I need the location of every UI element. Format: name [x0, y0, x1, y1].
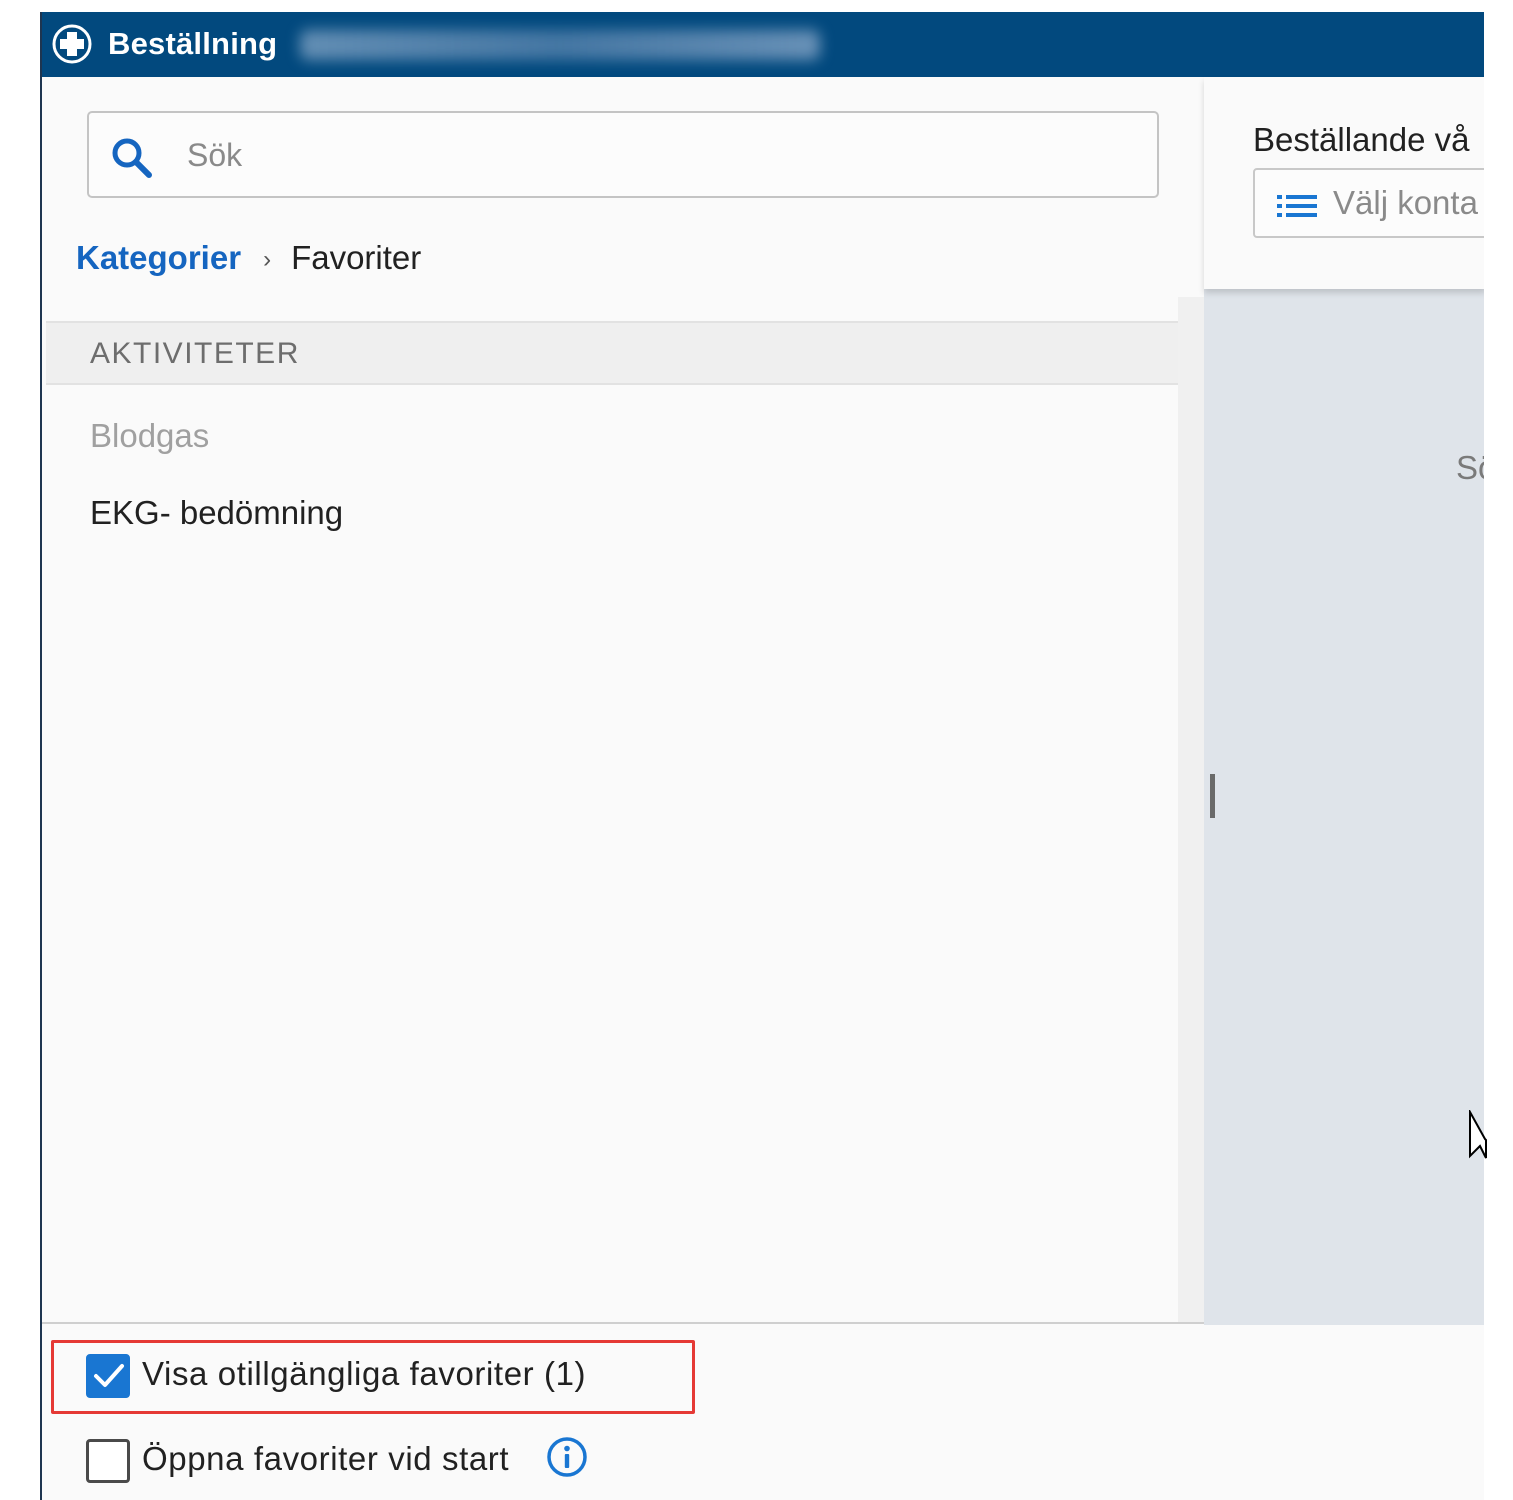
window-title: Beställning: [108, 26, 278, 61]
contact-select-placeholder: Välj konta: [1333, 184, 1478, 221]
order-details-panel: Beställande vå Välj konta Sö: [1204, 77, 1484, 1500]
open-on-start-label[interactable]: Öppna favoriter vid start: [142, 1440, 509, 1478]
order-details-body: Sö: [1204, 289, 1484, 1325]
breadcrumb-categories-link[interactable]: Kategorier: [76, 239, 241, 276]
list-icon: [1277, 195, 1317, 217]
favorites-panel: Kategorier › Favoriter AKTIVITETER Blodgas…: [42, 77, 1204, 1500]
show-unavailable-checkbox[interactable]: [86, 1354, 130, 1398]
medical-cross-icon: [52, 24, 92, 64]
order-details-footer: [1204, 1325, 1484, 1500]
section-header-activities: AKTIVITETER: [46, 321, 1178, 385]
favorites-list: AKTIVITETER Blodgas EKG- bedömning: [42, 309, 1178, 1324]
empty-state-text: Sö: [1456, 449, 1484, 486]
breadcrumb-separator: ›: [263, 246, 272, 273]
order-details-header: Beställande vå Välj konta: [1204, 77, 1484, 289]
breadcrumb: Kategorier › Favoriter: [76, 239, 421, 279]
section-header-label: AKTIVITETER: [90, 337, 300, 370]
favorites-options: Visa otillgängliga favoriter (1) Öppna f…: [42, 1322, 1204, 1500]
open-on-start-checkbox[interactable]: [86, 1439, 130, 1483]
ordering-unit-label: Beställande vå: [1253, 121, 1470, 158]
list-scrollbar[interactable]: [1178, 297, 1204, 1324]
show-unavailable-label[interactable]: Visa otillgängliga favoriter (1): [142, 1355, 586, 1393]
contact-select[interactable]: Välj konta: [1253, 168, 1484, 238]
search-box[interactable]: [87, 111, 1159, 198]
search-icon: [112, 138, 152, 178]
panel-resize-handle[interactable]: [1210, 774, 1215, 818]
list-item-blodgas[interactable]: Blodgas: [90, 417, 209, 455]
checkmark-icon: [94, 1364, 124, 1387]
info-icon[interactable]: [546, 1436, 588, 1478]
list-item-ekg-bedomning[interactable]: EKG- bedömning: [90, 494, 343, 532]
search-input[interactable]: [187, 129, 1127, 181]
redacted-patient-info: [300, 30, 820, 60]
title-bar: Beställning: [42, 12, 1484, 77]
order-dialog: Beställning Kategorier › Favoriter AKTIVIT…: [40, 12, 1484, 1500]
mouse-pointer-icon: [1469, 1110, 1487, 1159]
breadcrumb-current: Favoriter: [291, 239, 422, 276]
